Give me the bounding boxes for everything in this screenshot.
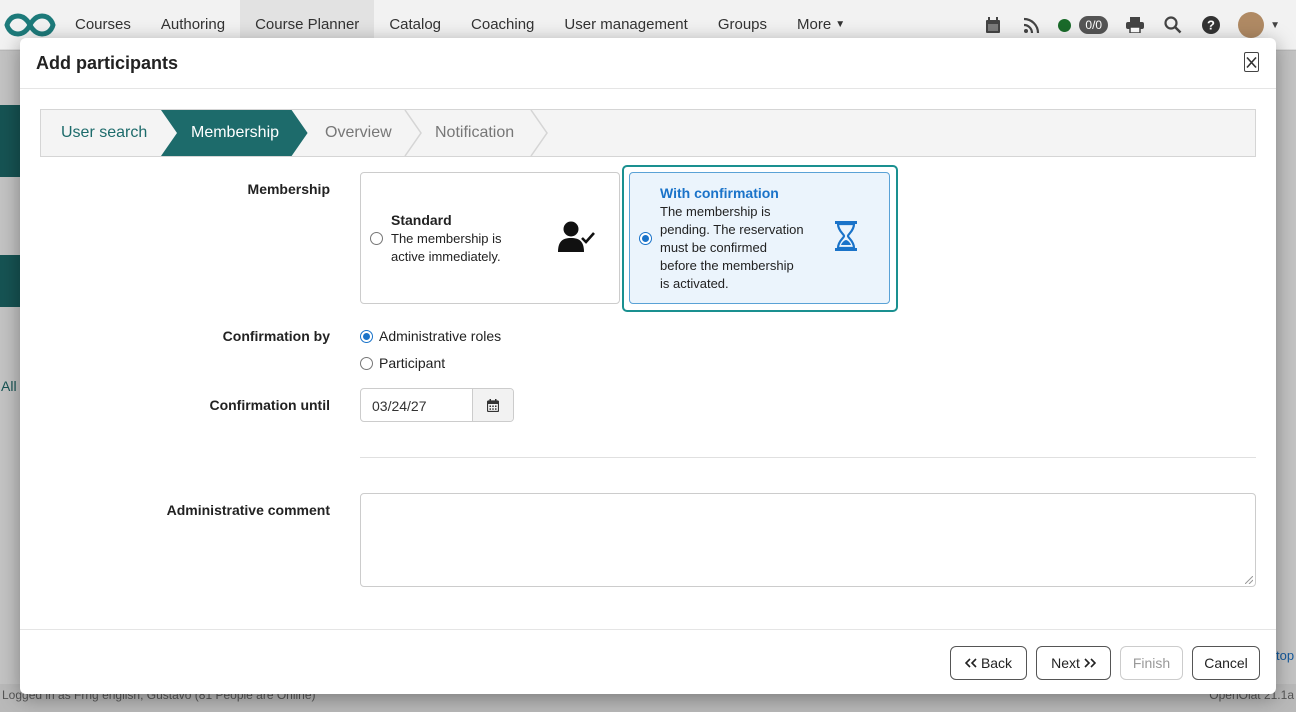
admin-comment-textarea[interactable] bbox=[360, 493, 1256, 587]
next-button[interactable]: Next bbox=[1036, 646, 1111, 680]
standard-desc-1: The membership is bbox=[391, 231, 502, 246]
form-divider bbox=[360, 457, 1256, 458]
step-membership[interactable]: Membership bbox=[191, 124, 279, 142]
print-icon[interactable] bbox=[1124, 14, 1146, 36]
confirmation-by-admin-radio[interactable] bbox=[360, 330, 373, 343]
user-check-icon bbox=[558, 221, 596, 258]
membership-confirmation-radio[interactable] bbox=[639, 232, 652, 245]
confirmation-until-field[interactable]: 03/24/27 bbox=[360, 388, 514, 422]
calendar-icon bbox=[487, 398, 499, 412]
add-participants-dialog: Add participants User search Membership … bbox=[20, 38, 1276, 694]
avatar-caret-icon[interactable]: ▼ bbox=[1270, 20, 1280, 31]
back-button-label: Back bbox=[980, 655, 1013, 671]
close-icon bbox=[1246, 56, 1257, 68]
step-notification: Notification bbox=[435, 124, 515, 141]
finish-button[interactable]: Finish bbox=[1120, 646, 1183, 680]
svg-text:?: ? bbox=[1207, 18, 1215, 33]
confirmation-title: With confirmation bbox=[660, 185, 779, 201]
membership-standard-radio[interactable] bbox=[370, 232, 383, 245]
confirmation-desc-4: before the membership bbox=[660, 258, 794, 273]
online-status-icon[interactable] bbox=[1058, 18, 1072, 32]
wizard-steps: User search Membership Overview Notifica… bbox=[40, 109, 1256, 157]
date-picker-button[interactable] bbox=[472, 389, 513, 421]
confirmation-by-label: Confirmation by bbox=[222, 328, 330, 344]
confirmation-until-label: Confirmation until bbox=[209, 397, 330, 413]
membership-confirmation-card[interactable]: With confirmation The membership is pend… bbox=[629, 172, 890, 304]
membership-standard-card[interactable]: Standard The membership is active immedi… bbox=[360, 172, 620, 304]
close-button[interactable] bbox=[1244, 52, 1259, 72]
hourglass-icon bbox=[835, 221, 857, 256]
step-user-search[interactable]: User search bbox=[61, 124, 147, 142]
double-chevron-right-icon bbox=[1084, 655, 1097, 671]
confirmation-until-input[interactable]: 03/24/27 bbox=[361, 389, 472, 421]
rss-icon[interactable] bbox=[1020, 14, 1042, 36]
confirmation-by-participant-label[interactable]: Participant bbox=[379, 355, 445, 371]
caret-down-icon: ▼ bbox=[835, 19, 846, 30]
user-avatar[interactable] bbox=[1238, 12, 1265, 38]
next-button-label: Next bbox=[1051, 655, 1080, 671]
help-icon[interactable]: ? bbox=[1200, 14, 1222, 36]
search-icon[interactable] bbox=[1162, 14, 1184, 36]
admin-comment-label: Administrative comment bbox=[166, 502, 330, 518]
chat-badge[interactable]: 0/0 bbox=[1079, 16, 1109, 34]
cancel-button[interactable]: Cancel bbox=[1192, 646, 1260, 680]
step-overview: Overview bbox=[325, 124, 392, 141]
confirmation-by-admin-label[interactable]: Administrative roles bbox=[379, 328, 501, 344]
confirmation-by-participant-radio[interactable] bbox=[360, 357, 373, 370]
membership-label: Membership bbox=[247, 181, 330, 197]
back-button[interactable]: Back bbox=[950, 646, 1027, 680]
standard-title: Standard bbox=[391, 212, 452, 228]
calendar-icon[interactable] bbox=[982, 14, 1004, 36]
double-chevron-left-icon bbox=[964, 655, 977, 671]
nav-more-label: More bbox=[797, 16, 832, 33]
confirmation-desc-5: is activated. bbox=[660, 276, 729, 291]
dialog-footer: Back Next Finish Cancel bbox=[20, 629, 1276, 694]
dialog-title: Add participants bbox=[36, 52, 179, 73]
confirmation-desc-1: The membership is bbox=[660, 204, 771, 219]
dialog-header: Add participants bbox=[20, 38, 1276, 89]
standard-desc-2: active immediately. bbox=[391, 249, 501, 264]
confirmation-desc-3: must be confirmed bbox=[660, 240, 767, 255]
confirmation-desc-2: pending. The reservation bbox=[660, 222, 804, 237]
resize-handle-icon[interactable] bbox=[1245, 576, 1253, 584]
